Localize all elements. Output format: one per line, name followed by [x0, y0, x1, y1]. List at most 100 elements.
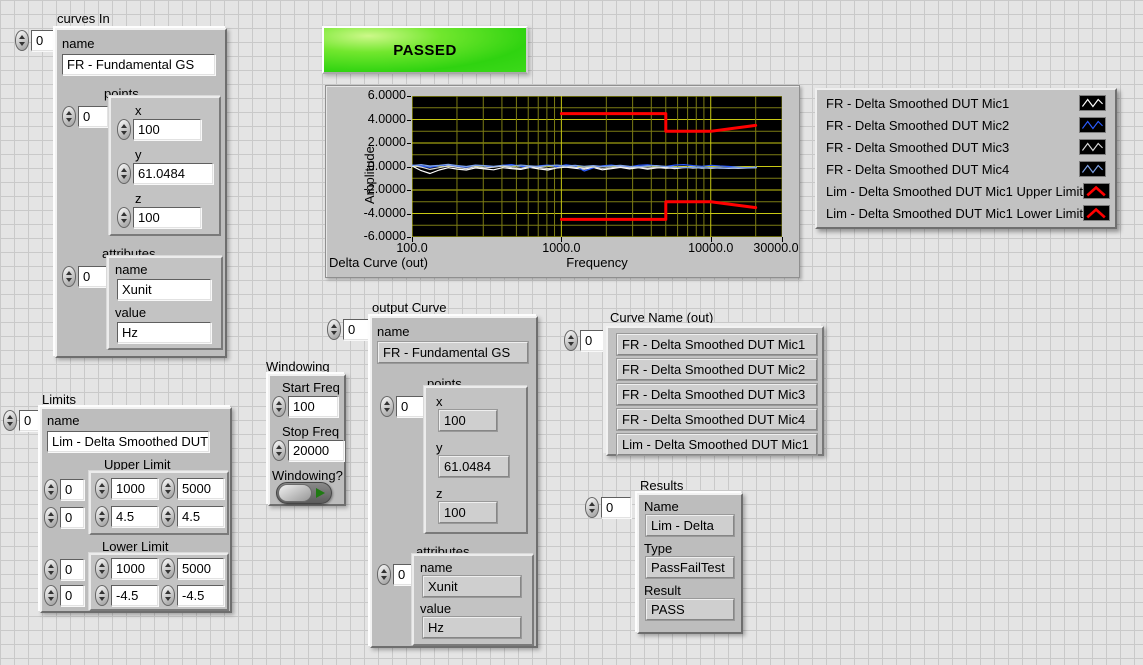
result-name-indicator: Lim - Delta: [646, 515, 734, 536]
increment-decrement-icon[interactable]: [15, 30, 29, 51]
curve-name-out-index[interactable]: 0: [564, 330, 610, 351]
lower-value-start-value[interactable]: -4.5: [111, 585, 158, 606]
increment-decrement-icon[interactable]: [3, 410, 17, 431]
y-value[interactable]: 61.0484: [133, 163, 213, 184]
windowing-label: Windowing: [266, 359, 330, 374]
x-input[interactable]: 100: [117, 119, 201, 140]
increment-decrement-icon[interactable]: [95, 506, 109, 527]
output-curve-index[interactable]: 0: [327, 319, 373, 340]
y-axis-label: Amplitude: [362, 146, 377, 204]
legend-item[interactable]: FR - Delta Smoothed DUT Mic3: [817, 136, 1115, 158]
y-tick-mark: [407, 143, 411, 144]
legend-item-label: FR - Delta Smoothed DUT Mic4: [826, 162, 1079, 177]
increment-decrement-icon[interactable]: [377, 564, 391, 585]
output-points-index-value[interactable]: 0: [396, 396, 426, 417]
upper-freq-stop-input[interactable]: 5000: [161, 478, 224, 499]
results-index-value[interactable]: 0: [601, 497, 631, 518]
lower-freq-start-value[interactable]: 1000: [111, 558, 158, 579]
x-value[interactable]: 100: [133, 119, 201, 140]
points-index[interactable]: 0: [62, 106, 108, 127]
increment-decrement-icon[interactable]: [117, 207, 131, 228]
lower-index-2-value[interactable]: 0: [60, 585, 84, 606]
output-curve-index-value[interactable]: 0: [343, 319, 373, 340]
increment-decrement-icon[interactable]: [161, 478, 175, 499]
attributes-index[interactable]: 0: [62, 266, 108, 287]
results-index[interactable]: 0: [585, 497, 631, 518]
increment-decrement-icon[interactable]: [272, 396, 286, 417]
increment-decrement-icon[interactable]: [62, 266, 76, 287]
upper-freq-stop-value[interactable]: 5000: [177, 478, 224, 499]
stop-freq-input[interactable]: 20000: [272, 440, 344, 461]
stop-freq-value[interactable]: 20000: [288, 440, 344, 461]
legend-item[interactable]: Lim - Delta Smoothed DUT Mic1 Upper Limi…: [817, 180, 1115, 202]
upper-value-start-value[interactable]: 4.5: [111, 506, 158, 527]
increment-decrement-icon[interactable]: [95, 478, 109, 499]
lower-freq-stop-value[interactable]: 5000: [177, 558, 224, 579]
upper-value-stop-input[interactable]: 4.5: [161, 506, 224, 527]
plot-line-swatch-icon[interactable]: [1079, 95, 1106, 111]
increment-decrement-icon[interactable]: [117, 119, 131, 140]
graph-plot-area[interactable]: [412, 96, 782, 237]
windowing-toggle-switch[interactable]: [276, 482, 332, 504]
plot-line-swatch-icon[interactable]: [1083, 205, 1110, 221]
attr-value-input[interactable]: Hz: [117, 322, 211, 343]
upper-value-start-input[interactable]: 4.5: [95, 506, 158, 527]
output-points-index[interactable]: 0: [380, 396, 426, 417]
output-x-indicator: 100: [439, 410, 497, 431]
output-attributes-frame: name Xunit value Hz: [412, 554, 534, 646]
lower-value-stop-input[interactable]: -4.5: [161, 585, 224, 606]
plot-line-swatch-icon[interactable]: [1079, 139, 1106, 155]
limits-name-input[interactable]: Lim - Delta Smoothed DUT: [47, 431, 209, 452]
increment-decrement-icon[interactable]: [117, 163, 131, 184]
increment-decrement-icon[interactable]: [327, 319, 341, 340]
curve-name-input[interactable]: FR - Fundamental GS: [62, 54, 215, 75]
legend-item[interactable]: FR - Delta Smoothed DUT Mic4: [817, 158, 1115, 180]
toggle-knob[interactable]: [278, 484, 312, 502]
increment-decrement-icon[interactable]: [585, 497, 599, 518]
increment-decrement-icon[interactable]: [95, 558, 109, 579]
upper-freq-start-input[interactable]: 1000: [95, 478, 158, 499]
start-freq-input[interactable]: 100: [272, 396, 338, 417]
legend-item[interactable]: FR - Delta Smoothed DUT Mic2: [817, 114, 1115, 136]
start-freq-value[interactable]: 100: [288, 396, 338, 417]
increment-decrement-icon[interactable]: [44, 585, 58, 606]
upper-index-2-value[interactable]: 0: [60, 507, 84, 528]
z-input[interactable]: 100: [117, 207, 201, 228]
upper-freq-start-value[interactable]: 1000: [111, 478, 158, 499]
plot-line-swatch-icon[interactable]: [1079, 161, 1106, 177]
increment-decrement-icon[interactable]: [564, 330, 578, 351]
increment-decrement-icon[interactable]: [161, 585, 175, 606]
increment-decrement-icon[interactable]: [380, 396, 394, 417]
attributes-index-value[interactable]: 0: [78, 266, 108, 287]
attr-name-input[interactable]: Xunit: [117, 279, 211, 300]
lower-index-1-value[interactable]: 0: [60, 559, 84, 580]
increment-decrement-icon[interactable]: [95, 585, 109, 606]
y-tick-label: -4.0000: [344, 206, 406, 220]
increment-decrement-icon[interactable]: [44, 559, 58, 580]
lower-index-1[interactable]: 0: [44, 559, 84, 580]
upper-index-2[interactable]: 0: [44, 507, 84, 528]
lower-freq-start-input[interactable]: 1000: [95, 558, 158, 579]
plot-line-swatch-icon[interactable]: [1083, 183, 1110, 199]
upper-value-stop-value[interactable]: 4.5: [177, 506, 224, 527]
lower-value-start-input[interactable]: -4.5: [95, 585, 158, 606]
increment-decrement-icon[interactable]: [161, 506, 175, 527]
z-value[interactable]: 100: [133, 207, 201, 228]
lower-value-stop-value[interactable]: -4.5: [177, 585, 224, 606]
increment-decrement-icon[interactable]: [44, 507, 58, 528]
increment-decrement-icon[interactable]: [44, 479, 58, 500]
results-cluster: Name Lim - Delta Type PassFailTest Resul…: [637, 493, 743, 634]
y-input[interactable]: 61.0484: [117, 163, 213, 184]
increment-decrement-icon[interactable]: [161, 558, 175, 579]
increment-decrement-icon[interactable]: [272, 440, 286, 461]
lower-index-2[interactable]: 0: [44, 585, 84, 606]
upper-index-1[interactable]: 0: [44, 479, 84, 500]
upper-index-1-value[interactable]: 0: [60, 479, 84, 500]
increment-decrement-icon[interactable]: [62, 106, 76, 127]
legend-item[interactable]: Lim - Delta Smoothed DUT Mic1 Lower Limi…: [817, 202, 1115, 224]
points-index-value[interactable]: 0: [78, 106, 108, 127]
legend-item[interactable]: FR - Delta Smoothed DUT Mic1: [817, 92, 1115, 114]
plot-line-swatch-icon[interactable]: [1079, 117, 1106, 133]
output-z-indicator: 100: [439, 502, 497, 523]
lower-freq-stop-input[interactable]: 5000: [161, 558, 224, 579]
